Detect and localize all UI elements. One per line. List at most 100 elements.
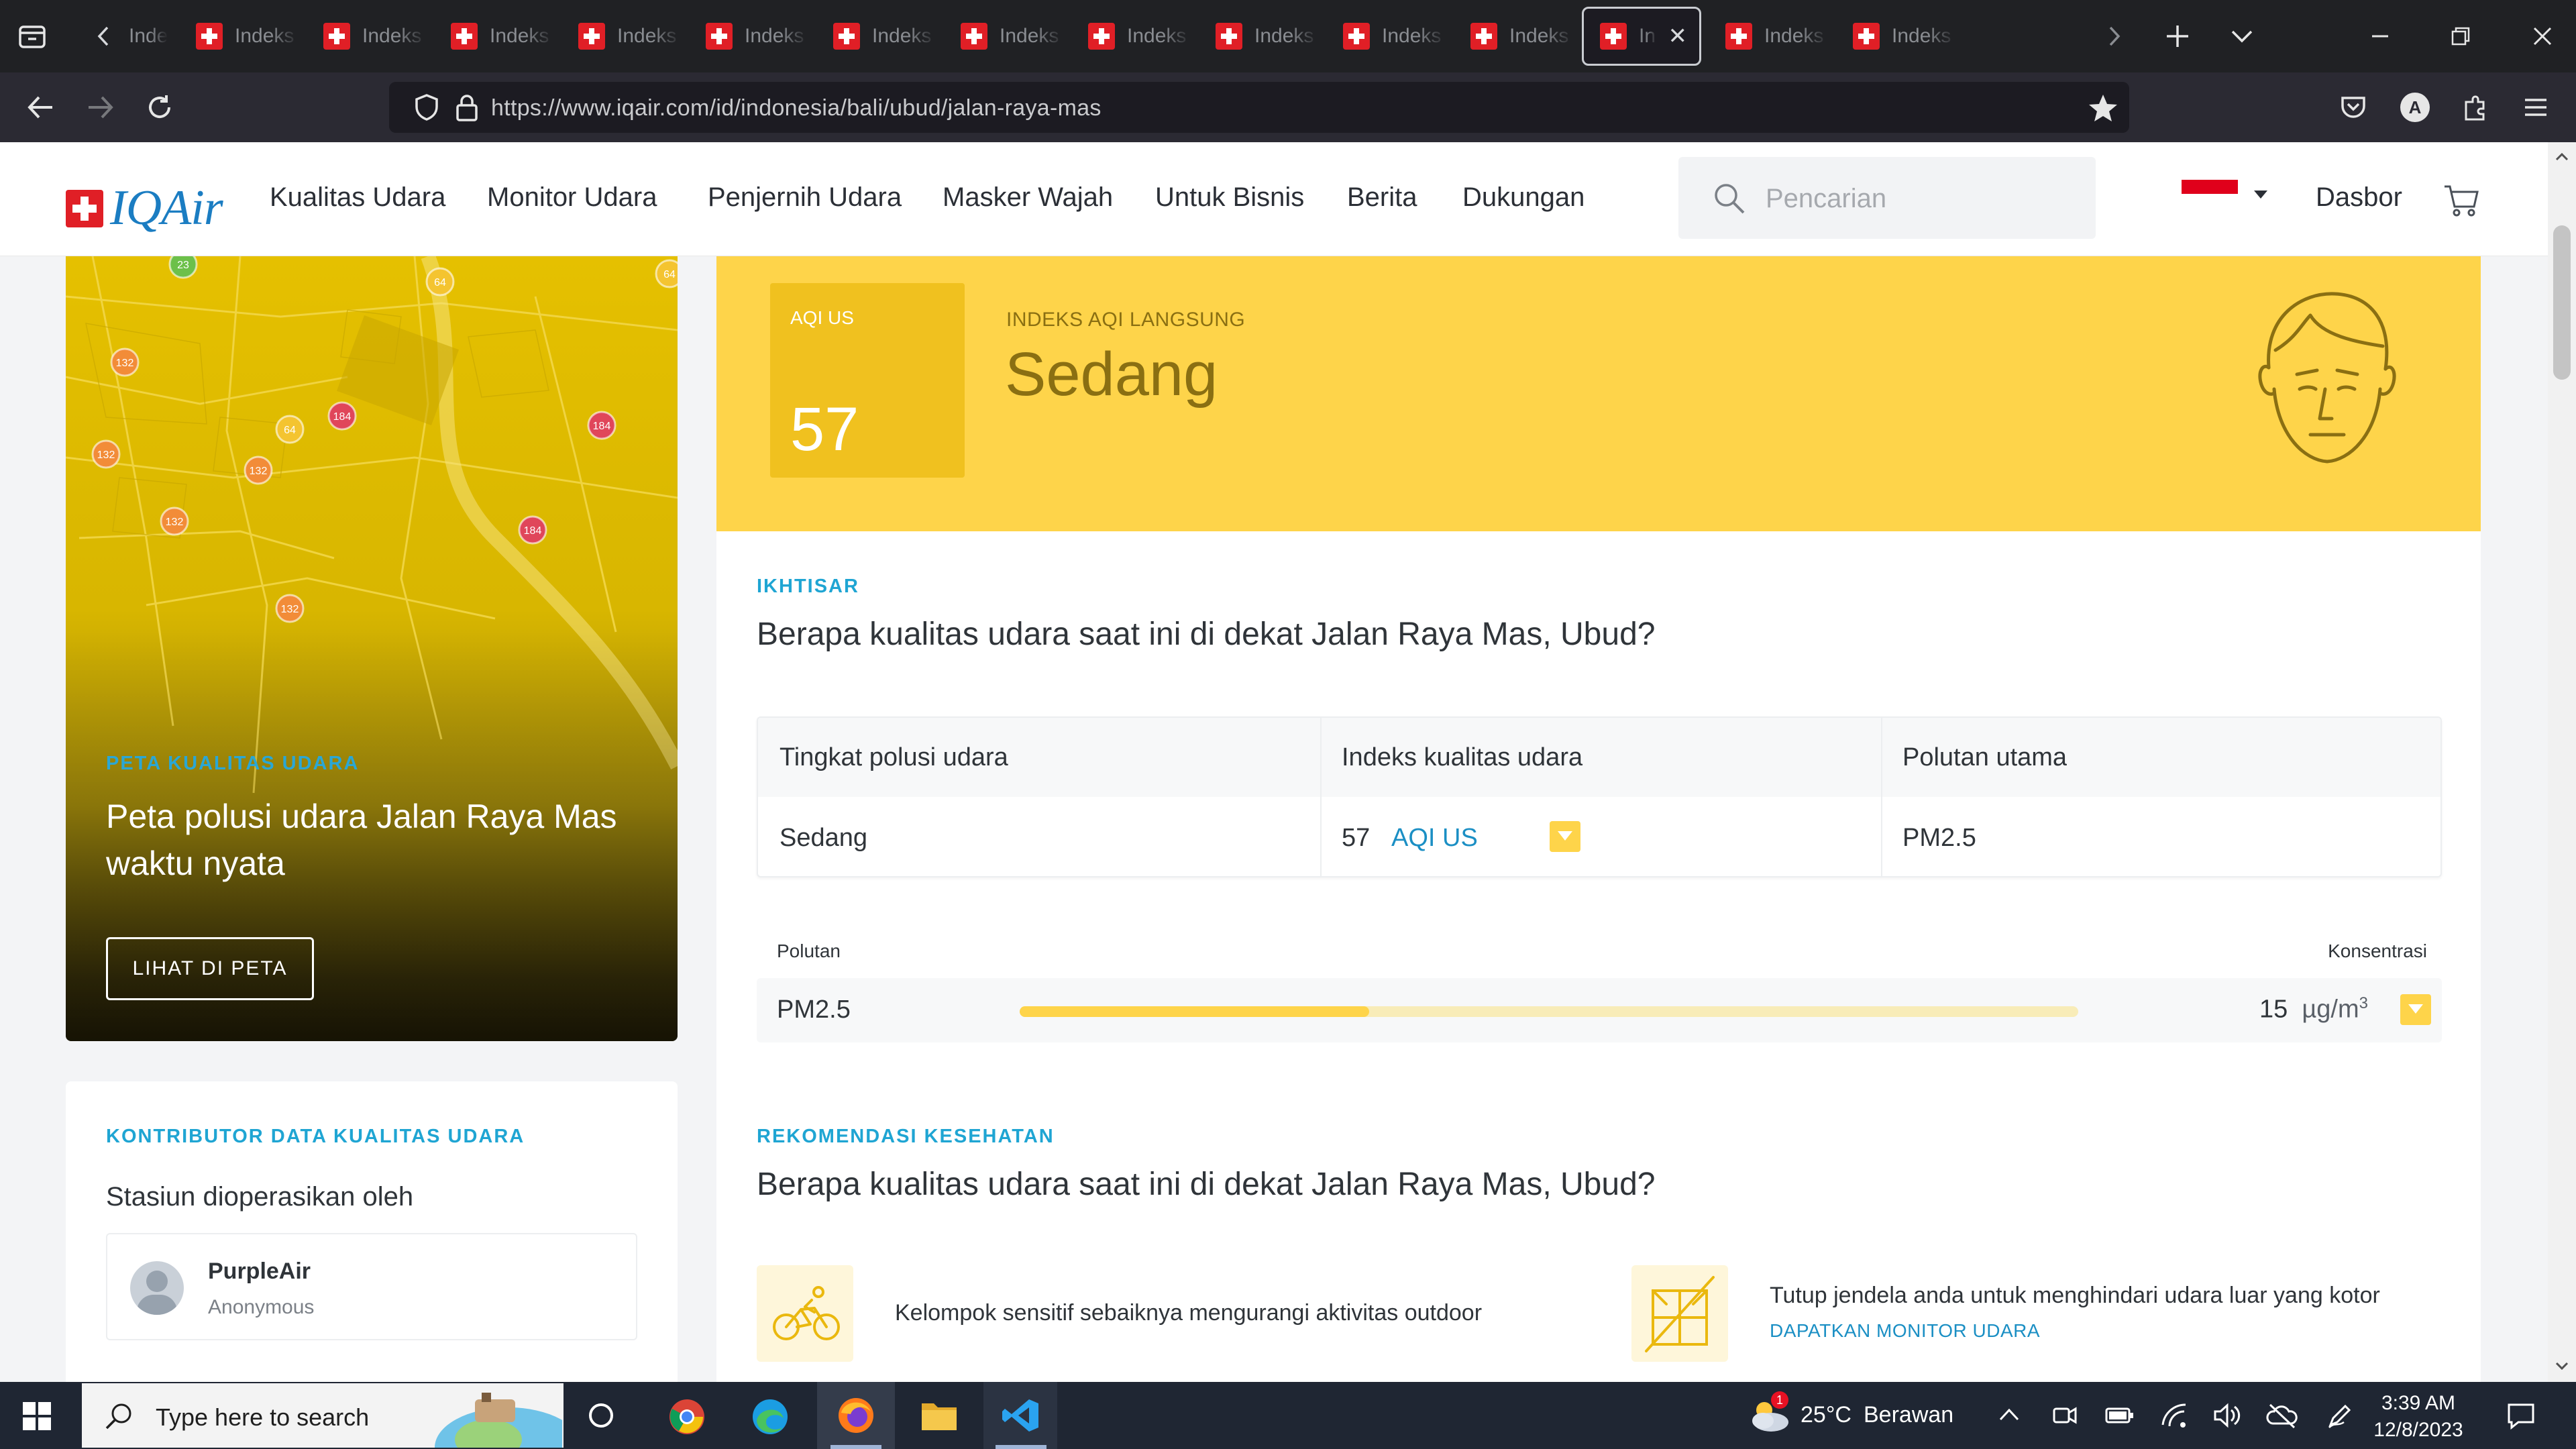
browser-tab[interactable]: Indeks Kualitas Udara	[180, 7, 299, 66]
browser-tab-strip: Indeks Indeks Kualitas UdaraIndeks Kuali…	[0, 0, 2576, 72]
browser-tab[interactable]: Indeks Kualitas Udara	[817, 7, 936, 66]
map-aqi-marker[interactable]: 184	[518, 515, 547, 545]
site-search[interactable]: Pencarian	[1678, 157, 2096, 239]
menu-icon[interactable]	[2522, 93, 2549, 122]
firefox-taskbar-button[interactable]	[817, 1382, 895, 1449]
health-item-2-text: Tutup jendela anda untuk menghindari uda…	[1770, 1283, 2380, 1308]
chrome-icon[interactable]	[668, 1398, 706, 1436]
map-aqi-marker[interactable]: 132	[91, 439, 121, 469]
map-aqi-marker[interactable]: 132	[275, 594, 305, 623]
pollution-level-value: Sedang	[780, 824, 868, 852]
nav-link-for-business[interactable]: Untuk Bisnis	[1155, 182, 1304, 213]
windows-start-icon[interactable]	[23, 1402, 51, 1430]
system-clock[interactable]: 3:39 AM 12/8/2023	[2368, 1390, 2469, 1444]
map-aqi-marker[interactable]: 132	[160, 506, 189, 536]
data-contributors-card: KONTRIBUTOR DATA KUALITAS UDARA Stasiun …	[66, 1081, 678, 1390]
map-aqi-marker[interactable]: 184	[587, 411, 616, 440]
scroll-down-icon[interactable]	[2554, 1358, 2570, 1374]
scrollbar-thumb[interactable]	[2553, 225, 2571, 380]
dashboard-link[interactable]: Dasbor	[2316, 182, 2402, 213]
reload-icon[interactable]	[144, 91, 176, 123]
browser-tab-partial[interactable]: Indeks	[114, 7, 168, 66]
contributor-item[interactable]: PurpleAir Anonymous	[106, 1233, 637, 1340]
wifi-icon[interactable]	[2160, 1402, 2190, 1429]
browser-tab[interactable]: Indeks Kualitas Udara	[1072, 7, 1191, 66]
page-scrollbar[interactable]	[2548, 142, 2576, 1382]
search-icon	[103, 1401, 134, 1432]
tracking-protection-shield-icon[interactable]	[412, 93, 441, 122]
map-aqi-marker[interactable]: 64	[275, 415, 305, 444]
tab-title: Indeks	[129, 25, 168, 47]
nav-link-face-masks[interactable]: Masker Wajah	[943, 182, 1113, 213]
show-hidden-icons-icon[interactable]	[1998, 1405, 2021, 1425]
pen-workspace-icon[interactable]	[2326, 1402, 2353, 1429]
map-marker-label: 132	[166, 517, 184, 528]
map-aqi-marker[interactable]: 64	[655, 259, 678, 288]
map-aqi-marker[interactable]: 64	[425, 267, 455, 297]
pocket-icon[interactable]	[2339, 93, 2368, 122]
extensions-icon[interactable]	[2461, 93, 2490, 122]
nav-link-air-purifiers[interactable]: Penjernih Udara	[708, 182, 902, 213]
iqair-favicon-icon	[1470, 23, 1497, 50]
health-item-1-text: Kelompok sensitif sebaiknya mengurangi a…	[895, 1300, 1483, 1326]
view-on-map-button[interactable]: LIHAT DI PETA	[106, 937, 314, 1000]
aqi-unit-dropdown-button[interactable]	[1550, 821, 1580, 852]
browser-tab-active[interactable]: Indeks Kualitas Udara ✕	[1582, 7, 1701, 66]
nav-link-news[interactable]: Berita	[1347, 182, 1417, 213]
onedrive-offline-icon[interactable]	[2266, 1402, 2298, 1429]
volume-icon[interactable]	[2212, 1402, 2242, 1429]
pollutant-dropdown-button[interactable]	[2400, 994, 2431, 1025]
nav-link-air-monitors[interactable]: Monitor Udara	[487, 182, 657, 213]
new-tab-icon[interactable]	[2159, 17, 2196, 55]
browser-tab[interactable]: Indeks Kualitas Udara	[945, 7, 1064, 66]
iqair-logo[interactable]: IQAir	[66, 180, 223, 237]
account-avatar[interactable]: A	[2400, 93, 2430, 122]
vscode-taskbar-button[interactable]	[983, 1382, 1057, 1449]
language-selector[interactable]	[2182, 180, 2269, 208]
close-window-icon[interactable]	[2524, 17, 2561, 55]
browser-tab[interactable]: Indeks Kualitas Udara	[1454, 7, 1574, 66]
iqair-favicon-icon	[1088, 23, 1115, 50]
map-aqi-marker[interactable]: 23	[168, 256, 198, 279]
scroll-up-icon[interactable]	[2554, 149, 2570, 165]
minimize-window-icon[interactable]	[2361, 17, 2399, 55]
list-all-tabs-icon[interactable]	[2223, 17, 2261, 55]
meet-now-icon[interactable]	[2051, 1402, 2078, 1429]
url-text: https://www.iqair.com/id/indonesia/bali/…	[491, 95, 1102, 121]
address-bar[interactable]: https://www.iqair.com/id/indonesia/bali/…	[389, 82, 2129, 133]
task-view-icon[interactable]	[585, 1399, 617, 1432]
browser-tab[interactable]: Indeks Kualitas Udara	[1837, 7, 1956, 66]
battery-icon[interactable]	[2105, 1403, 2135, 1428]
notifications-icon[interactable]	[2506, 1402, 2536, 1430]
aqi-unit-link[interactable]: AQI US	[1391, 824, 1478, 853]
weather-cloud-icon[interactable]: 1	[1747, 1391, 1791, 1436]
browser-tab[interactable]: Indeks Kualitas Udara	[562, 7, 682, 66]
map-marker-label: 64	[284, 425, 296, 436]
file-explorer-icon[interactable]	[920, 1399, 958, 1432]
bookmark-star-icon[interactable]	[2088, 93, 2118, 123]
weather-temperature[interactable]: 25°C	[1801, 1402, 1851, 1428]
taskbar-search-box[interactable]: Type here to search	[82, 1383, 564, 1448]
map-aqi-marker[interactable]: 132	[244, 455, 273, 485]
browser-tab[interactable]: Indeks Kualitas Udara	[435, 7, 554, 66]
map-aqi-marker[interactable]: 132	[110, 347, 140, 377]
browser-tab[interactable]: Indeks Kualitas Udara	[307, 7, 427, 66]
browser-tab[interactable]: Indeks Kualitas Udara	[1327, 7, 1446, 66]
scroll-tabs-right-icon[interactable]	[2096, 17, 2133, 55]
get-air-monitor-link[interactable]: DAPATKAN MONITOR UDARA	[1770, 1320, 2040, 1342]
close-tab-icon[interactable]: ✕	[1668, 23, 1688, 50]
weather-condition[interactable]: Berawan	[1864, 1402, 1953, 1428]
restore-window-icon[interactable]	[2442, 17, 2479, 55]
lock-icon[interactable]	[453, 93, 480, 122]
edge-icon[interactable]	[751, 1398, 789, 1436]
nav-link-air-quality[interactable]: Kualitas Udara	[270, 182, 445, 213]
map-aqi-marker[interactable]: 184	[327, 401, 357, 431]
shopping-cart-icon[interactable]	[2443, 184, 2479, 217]
back-icon[interactable]	[24, 91, 56, 123]
forward-icon[interactable]	[85, 91, 117, 123]
tab-list-icon[interactable]	[13, 17, 51, 55]
nav-link-support[interactable]: Dukungan	[1462, 182, 1585, 213]
browser-tab[interactable]: Indeks Kualitas Udara	[1199, 7, 1319, 66]
browser-tab[interactable]: Indeks Kualitas Udara	[1709, 7, 1829, 66]
browser-tab[interactable]: Indeks Kualitas Udara	[690, 7, 809, 66]
